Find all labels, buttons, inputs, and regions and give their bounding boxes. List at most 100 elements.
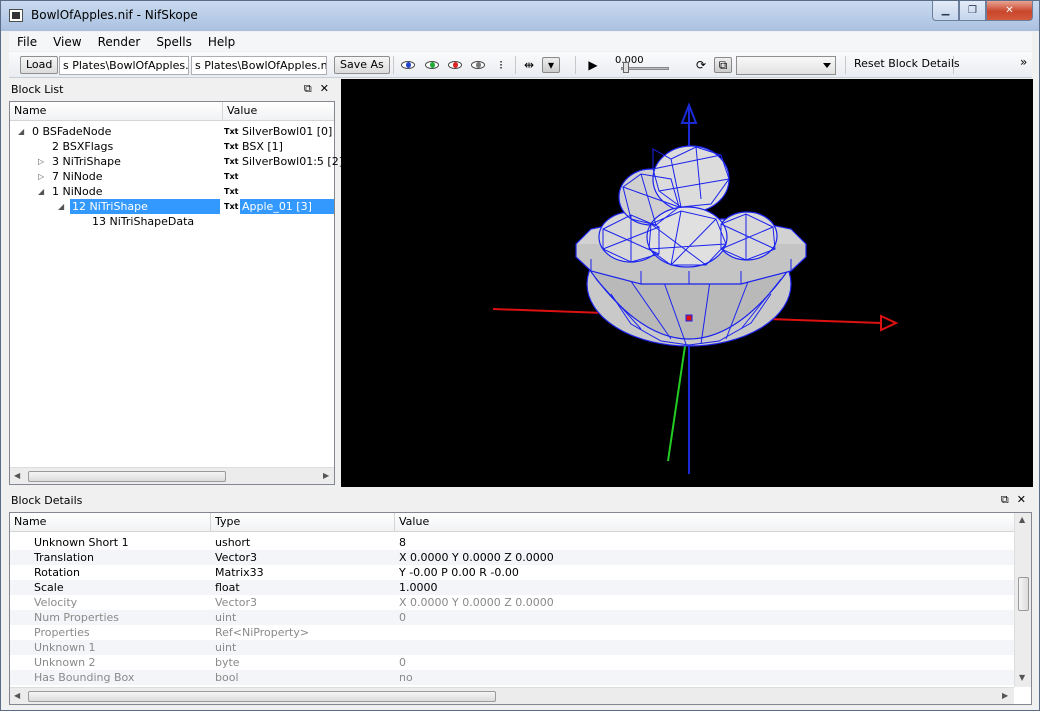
detail-value[interactable]: 8 (399, 535, 406, 550)
minimize-button[interactable]: ▁ (932, 1, 959, 21)
detail-value[interactable]: Y -0.00 P 0.00 R -0.00 (399, 565, 519, 580)
view-front-icon[interactable] (446, 57, 464, 73)
detail-name: Translation (34, 551, 94, 564)
menu-view[interactable]: View (45, 35, 89, 49)
float-panel-icon[interactable]: ⧉ (304, 82, 312, 96)
reset-block-details-button[interactable]: Reset Block Details (854, 57, 960, 70)
collapse-arrow-icon[interactable]: ◢ (38, 184, 46, 199)
tree-row-value: BSX [1] (242, 140, 283, 153)
view-user-icon[interactable] (469, 57, 487, 73)
switch-sequence-icon[interactable]: ⧉ (714, 57, 732, 73)
expand-arrow-icon[interactable]: ▷ (38, 169, 46, 184)
scroll-down-icon[interactable]: ▼ (1019, 673, 1025, 682)
column-header-value[interactable]: Value (223, 102, 334, 121)
detail-type: Vector3 (215, 596, 258, 609)
scrollbar-thumb[interactable] (28, 471, 226, 482)
detail-value[interactable]: 0 (399, 610, 406, 625)
close-panel-icon[interactable]: ✕ (320, 82, 329, 96)
scroll-up-icon[interactable]: ▲ (1019, 515, 1025, 524)
detail-value[interactable]: X 0.0000 Y 0.0000 Z 0.0000 (399, 595, 554, 610)
scrollbar-thumb[interactable] (1018, 577, 1029, 611)
column-header-value[interactable]: Value (395, 513, 1014, 532)
scroll-right-icon[interactable]: ▶ (323, 471, 329, 480)
detail-value[interactable]: X 0.0000 Y 0.0000 Z 0.0000 (399, 550, 554, 565)
tree-row[interactable]: 13 NiTriShapeData (10, 214, 334, 229)
detail-type: bool (215, 671, 239, 684)
block-details-table[interactable]: Name Type Value Unknown Short 1 ushort 8… (9, 512, 1032, 705)
footsteps-icon[interactable]: ⁝ (492, 57, 510, 73)
menu-render[interactable]: Render (90, 35, 149, 49)
tree-row-value: SilverBowl01:5 [2] (242, 155, 344, 168)
expand-arrow-icon[interactable]: ▷ (38, 154, 46, 169)
title-bar[interactable]: BowlOfApples.nif - NifSkope ▁ ❐ ✕ (1, 1, 1039, 31)
tree-row[interactable]: ◢ 0 BSFadeNode Txt SilverBowl01 [0] (10, 124, 334, 139)
window-title: BowlOfApples.nif - NifSkope (31, 8, 198, 22)
txt-icon: Txt (224, 202, 239, 211)
tree-row-value: SilverBowl01 [0] (242, 125, 333, 138)
menu-spells[interactable]: Spells (148, 35, 200, 49)
block-list-header: Name Value (10, 102, 334, 121)
column-header-type[interactable]: Type (211, 513, 395, 532)
detail-name: Has Bounding Box (34, 671, 135, 684)
axis-flip-icon[interactable]: ⇹ (520, 57, 538, 73)
close-panel-icon[interactable]: ✕ (1017, 493, 1026, 507)
detail-row[interactable]: Translation Vector3 X 0.0000 Y 0.0000 Z … (10, 550, 1014, 565)
load-button[interactable]: Load (20, 56, 59, 74)
save-path-field[interactable]: s Plates\BowlOfApples.nif (191, 56, 327, 75)
column-header-name[interactable]: Name (10, 102, 223, 121)
detail-row[interactable]: Num Properties uint 0 (10, 610, 1014, 625)
render-viewport[interactable] (341, 79, 1033, 487)
view-dropdown-icon[interactable]: ▾ (542, 57, 560, 73)
detail-row[interactable]: Velocity Vector3 X 0.0000 Y 0.0000 Z 0.0… (10, 595, 1014, 610)
time-slider-thumb[interactable] (623, 62, 629, 73)
detail-row[interactable]: Has Bounding Box bool no (10, 670, 1014, 685)
txt-icon: Txt (224, 157, 239, 166)
block-list-horizontal-scrollbar[interactable]: ◀ ▶ (10, 467, 334, 484)
menu-file[interactable]: File (9, 35, 45, 49)
scroll-left-icon[interactable]: ◀ (14, 691, 20, 700)
detail-value[interactable]: 1.0000 (399, 580, 438, 595)
tree-row[interactable]: ▷ 3 NiTriShape Txt SilverBowl01:5 [2] (10, 154, 343, 169)
tree-row[interactable]: ◢ 1 NiNode Txt (10, 184, 334, 199)
detail-row[interactable]: Unknown 1 uint (10, 640, 1014, 655)
detail-row[interactable]: Unknown Short 1 ushort 8 (10, 535, 1014, 550)
detail-row[interactable]: Unknown 2 byte 0 (10, 655, 1014, 670)
animation-sequence-select[interactable] (736, 56, 836, 75)
detail-name: Unknown 2 (34, 656, 96, 669)
toolbar-overflow-icon[interactable]: » (1020, 55, 1027, 69)
tree-row-selected[interactable]: ◢ 12 NiTriShape Txt Apple_01 [3] (10, 199, 334, 214)
float-panel-icon[interactable]: ⧉ (1001, 493, 1009, 507)
tree-row[interactable]: 2 BSXFlags Txt BSX [1] (10, 139, 334, 154)
block-list-tree[interactable]: Name Value ◢ 0 BSFadeNode Txt SilverBowl… (9, 101, 343, 485)
block-details-vertical-scrollbar[interactable]: ▲ ▼ (1014, 513, 1031, 687)
collapse-arrow-icon[interactable]: ◢ (18, 124, 26, 139)
scene-render (492, 102, 899, 474)
view-top-icon[interactable] (423, 57, 441, 73)
collapse-arrow-icon[interactable]: ◢ (58, 199, 66, 214)
detail-name: Properties (34, 626, 90, 639)
detail-row[interactable]: Properties Ref<NiProperty> (10, 625, 1014, 640)
view-walk-icon[interactable] (399, 57, 417, 73)
loop-icon[interactable]: ⟳ (692, 57, 710, 73)
block-details-horizontal-scrollbar[interactable]: ◀ ▶ (10, 687, 1014, 704)
scroll-right-icon[interactable]: ▶ (1002, 691, 1008, 700)
load-path-field[interactable]: s Plates\BowlOfApples.nif (59, 56, 189, 75)
tree-row[interactable]: ▷ 7 NiNode Txt (10, 169, 334, 184)
detail-value[interactable]: 0 (399, 655, 406, 670)
tree-row-name: 7 NiNode (52, 170, 103, 183)
time-value: 0.000 (615, 55, 644, 66)
column-header-name[interactable]: Name (10, 513, 211, 532)
main-window: BowlOfApples.nif - NifSkope ▁ ❐ ✕ File V… (0, 0, 1040, 711)
close-button[interactable]: ✕ (986, 1, 1033, 21)
menu-help[interactable]: Help (200, 35, 243, 49)
detail-name: Unknown 1 (34, 641, 96, 654)
play-icon[interactable]: ▶ (584, 57, 602, 73)
save-as-button[interactable]: Save As (334, 56, 390, 74)
detail-row[interactable]: Rotation Matrix33 Y -0.00 P 0.00 R -0.00 (10, 565, 1014, 580)
chevron-down-icon (823, 63, 831, 68)
maximize-button[interactable]: ❐ (959, 1, 986, 21)
scrollbar-thumb[interactable] (28, 691, 496, 702)
detail-value[interactable]: no (399, 670, 413, 685)
scroll-left-icon[interactable]: ◀ (14, 471, 20, 480)
detail-row[interactable]: Scale float 1.0000 (10, 580, 1014, 595)
